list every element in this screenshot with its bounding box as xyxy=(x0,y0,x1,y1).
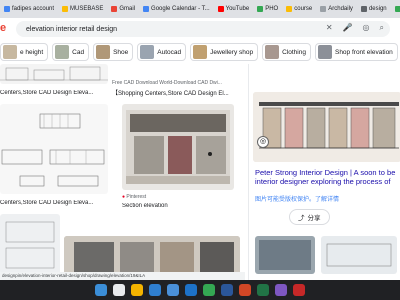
store-icon[interactable] xyxy=(167,284,179,296)
lens-icon[interactable]: ◎ xyxy=(257,136,269,148)
bookmark-item[interactable]: fadipes account xyxy=(4,6,54,12)
chip-thumbnail xyxy=(55,45,70,59)
bookmark-favicon-icon xyxy=(4,6,10,12)
windows-icon[interactable] xyxy=(95,284,107,296)
taskbar xyxy=(0,280,400,300)
bookmark-favicon-icon xyxy=(286,6,293,12)
related-chip[interactable]: Cad xyxy=(52,43,90,61)
bookmark-item[interactable]: YouTube xyxy=(217,6,249,12)
related-image[interactable] xyxy=(255,236,315,274)
related-chip[interactable]: Jewellery shop xyxy=(190,43,259,61)
bookmarks-bar: fadipes account MUSEBASE Gmail Google Calen… xyxy=(0,0,400,18)
related-thumbnail xyxy=(326,243,392,267)
result-source[interactable]: Free CAD Download World-Download CAD Dwi… xyxy=(112,80,242,86)
bookmark-favicon-icon xyxy=(62,6,69,12)
preview-title[interactable]: Peter Strong Interior Design | A soon to… xyxy=(255,168,399,186)
autocad-icon[interactable] xyxy=(293,284,305,296)
preview-image[interactable] xyxy=(253,92,400,162)
search-box[interactable]: elevation interior retail design ✕ 🎤 ◎ ⌕ xyxy=(16,21,390,37)
bookmark-item[interactable]: Google Calendar - T... xyxy=(143,6,210,12)
chip-thumbnail xyxy=(140,45,155,59)
bookmark-favicon-icon xyxy=(111,6,118,12)
bookmark-item[interactable]: design xyxy=(360,6,387,12)
result-caption[interactable]: 【Shopping Centers,Store CAD Design El... xyxy=(112,88,242,97)
result-image[interactable] xyxy=(0,104,108,194)
chip-thumbnail xyxy=(193,45,208,59)
result-image[interactable] xyxy=(0,214,60,274)
lens-icon[interactable]: ◎ xyxy=(363,23,370,33)
related-thumbnail xyxy=(259,240,311,270)
bookmark-favicon-icon xyxy=(217,6,224,12)
section-elevation-render xyxy=(126,110,230,184)
related-image[interactable] xyxy=(321,236,397,274)
google-logo[interactable]: e xyxy=(0,22,6,34)
bookmark-item[interactable]: PHO xyxy=(257,6,278,12)
microphone-icon[interactable]: 🎤 xyxy=(343,23,353,33)
chip-thumbnail xyxy=(317,45,332,59)
search-input[interactable]: elevation interior retail design xyxy=(26,26,117,33)
bookmark-favicon-icon xyxy=(360,6,367,12)
image-results: Centers,Store CAD Design Eleva... Center… xyxy=(0,64,400,280)
elevation-drawing xyxy=(0,66,108,81)
bookmark-item[interactable]: Archdaily xyxy=(320,6,353,12)
excel-icon[interactable] xyxy=(257,284,269,296)
related-chip[interactable]: e height xyxy=(0,43,49,61)
search-icon[interactable]: ⌕ xyxy=(380,23,384,33)
image-preview-panel: ◎ Peter Strong Interior Design | A soon … xyxy=(248,64,400,280)
powerpoint-icon[interactable] xyxy=(239,284,251,296)
copyright-notice[interactable]: 图片可能受版权保护。了解详情 xyxy=(255,194,399,203)
result-source[interactable]: ● Pinterest xyxy=(122,194,234,200)
result-caption[interactable]: Section elevation xyxy=(122,203,234,209)
chrome-icon[interactable] xyxy=(203,284,215,296)
mail-icon[interactable] xyxy=(185,284,197,296)
bookmark-favicon-icon xyxy=(394,6,400,12)
bookmark-favicon-icon xyxy=(143,6,150,12)
bookmark-item[interactable]: Gmail xyxy=(111,6,135,12)
file-explorer-icon[interactable] xyxy=(131,284,143,296)
bookmark-item[interactable]: course xyxy=(286,6,312,12)
status-bar-url: designpin/elevation-interior-retail-desi… xyxy=(0,272,245,280)
bookmark-item[interactable]: MUSEBASE xyxy=(62,6,103,12)
related-chip[interactable]: Clothing xyxy=(262,43,311,61)
share-icon: ⤴ xyxy=(298,215,305,222)
search-icon[interactable] xyxy=(113,284,125,296)
search-header: e elevation interior retail design ✕ 🎤 ◎… xyxy=(0,18,400,40)
retail-elevation-drawing xyxy=(253,92,400,162)
result-image[interactable] xyxy=(64,236,240,276)
bookmark-favicon-icon xyxy=(320,6,327,12)
photos-icon[interactable] xyxy=(275,284,287,296)
result-caption[interactable]: Centers,Store CAD Design Eleva... xyxy=(0,90,108,96)
result-caption[interactable]: Centers,Store CAD Design Eleva... xyxy=(0,200,108,206)
storefront-elevation-render xyxy=(64,236,240,276)
pinterest-icon: ● xyxy=(122,194,126,200)
cad-elevation-sheet xyxy=(1,113,105,187)
chip-thumbnail xyxy=(3,45,17,59)
related-chip[interactable]: Autocad xyxy=(137,43,187,61)
clear-icon[interactable]: ✕ xyxy=(326,23,333,33)
related-chip[interactable]: Shoe xyxy=(93,43,134,61)
result-image[interactable] xyxy=(0,64,108,84)
result-image[interactable] xyxy=(122,104,234,190)
edge-icon[interactable] xyxy=(149,284,161,296)
related-search-chips: e height Cad Shoe Autocad Jewellery shop Clot… xyxy=(0,40,400,64)
related-chip[interactable]: Shop front elevation xyxy=(314,43,398,61)
drawing-thumbnail xyxy=(5,221,55,269)
bookmark-favicon-icon xyxy=(257,6,264,12)
chip-thumbnail xyxy=(96,45,111,59)
chip-thumbnail xyxy=(265,45,280,59)
bookmark-item[interactable]: IDEA xyxy=(394,6,400,12)
result-column-2: Free CAD Download World-Download CAD Dwi… xyxy=(64,64,242,280)
word-icon[interactable] xyxy=(221,284,233,296)
share-button[interactable]: ⤴ 分享 xyxy=(289,209,330,225)
